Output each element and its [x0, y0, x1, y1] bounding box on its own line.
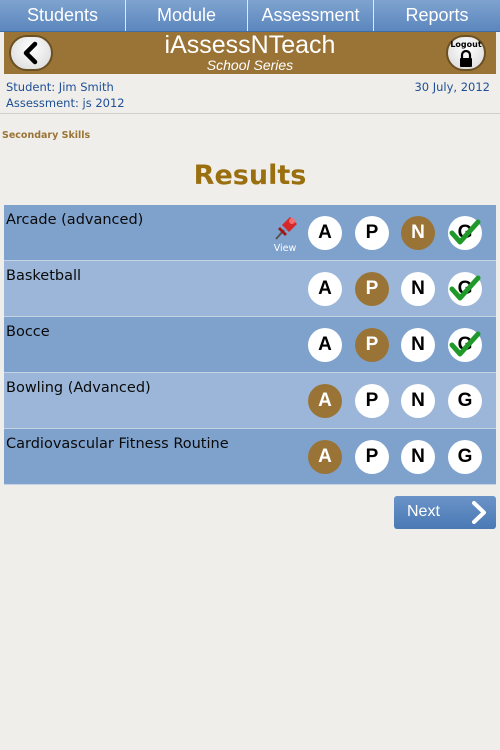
- assessment-date: 30 July, 2012: [414, 80, 490, 94]
- chevron-right-icon: [472, 501, 486, 524]
- skill-name: Basketball: [6, 268, 82, 284]
- lock-icon: [460, 49, 472, 67]
- grade-n-button[interactable]: N: [401, 384, 435, 418]
- section-label: Secondary Skills: [2, 130, 91, 141]
- next-label: Next: [407, 503, 440, 520]
- tab-assessment[interactable]: Assessment: [248, 0, 374, 31]
- grade-g-button[interactable]: G: [448, 216, 482, 250]
- grade-a-button[interactable]: A: [308, 440, 342, 474]
- grade-g-button[interactable]: G: [448, 272, 482, 306]
- pushpin-icon: [275, 217, 297, 240]
- skill-name: Arcade (advanced): [6, 212, 144, 228]
- skill-name: Bowling (Advanced): [6, 380, 151, 396]
- grade-a-button[interactable]: A: [308, 328, 342, 362]
- top-nav: Students Module Assessment Reports: [0, 0, 500, 32]
- results-table: Arcade (advanced) View A P N G Basketbal…: [4, 205, 496, 485]
- checkmark-icon: [449, 219, 481, 245]
- app-header: iAssessNTeach School Series Logout: [4, 32, 496, 74]
- grade-p-button[interactable]: P: [355, 328, 389, 362]
- table-row: Arcade (advanced) View A P N G: [4, 205, 496, 261]
- table-row: Bocce A P N G: [4, 317, 496, 373]
- tab-reports[interactable]: Reports: [374, 0, 500, 31]
- grade-a-button[interactable]: A: [308, 272, 342, 306]
- tab-module[interactable]: Module: [126, 0, 248, 31]
- table-row: Bowling (Advanced) A P N G: [4, 373, 496, 429]
- checkmark-icon: [449, 275, 481, 301]
- assessment-name: Assessment: js 2012: [6, 96, 125, 110]
- grade-p-button[interactable]: P: [355, 272, 389, 306]
- logout-label: Logout: [450, 40, 482, 49]
- table-row: Basketball A P N G: [4, 261, 496, 317]
- grade-a-button[interactable]: A: [308, 216, 342, 250]
- skill-name: Cardiovascular Fitness Routine: [6, 436, 229, 452]
- app-subtitle: School Series: [206, 57, 294, 73]
- grade-g-button[interactable]: G: [448, 384, 482, 418]
- skill-name: Bocce: [6, 324, 50, 340]
- grade-g-button[interactable]: G: [448, 440, 482, 474]
- grade-p-button[interactable]: P: [355, 440, 389, 474]
- grade-n-button[interactable]: N: [401, 272, 435, 306]
- view-button[interactable]: View: [268, 213, 302, 255]
- grade-n-button[interactable]: N: [401, 328, 435, 362]
- grade-n-button[interactable]: N: [401, 216, 435, 250]
- app-title: iAssessNTeach: [164, 31, 336, 59]
- checkmark-icon: [449, 331, 481, 357]
- student-name: Student: Jim Smith: [6, 80, 114, 94]
- assessment-info: Student: Jim Smith Assessment: js 2012 3…: [0, 74, 500, 114]
- view-label: View: [273, 243, 297, 254]
- logout-button[interactable]: Logout: [446, 35, 486, 71]
- page-title: Results: [193, 160, 307, 191]
- grade-p-button[interactable]: P: [355, 216, 389, 250]
- table-row: Cardiovascular Fitness Routine A P N G: [4, 429, 496, 485]
- grade-g-button[interactable]: G: [448, 328, 482, 362]
- grade-n-button[interactable]: N: [401, 440, 435, 474]
- grade-p-button[interactable]: P: [355, 384, 389, 418]
- grade-a-button[interactable]: A: [308, 384, 342, 418]
- next-button[interactable]: Next: [394, 496, 496, 529]
- tab-students[interactable]: Students: [0, 0, 126, 31]
